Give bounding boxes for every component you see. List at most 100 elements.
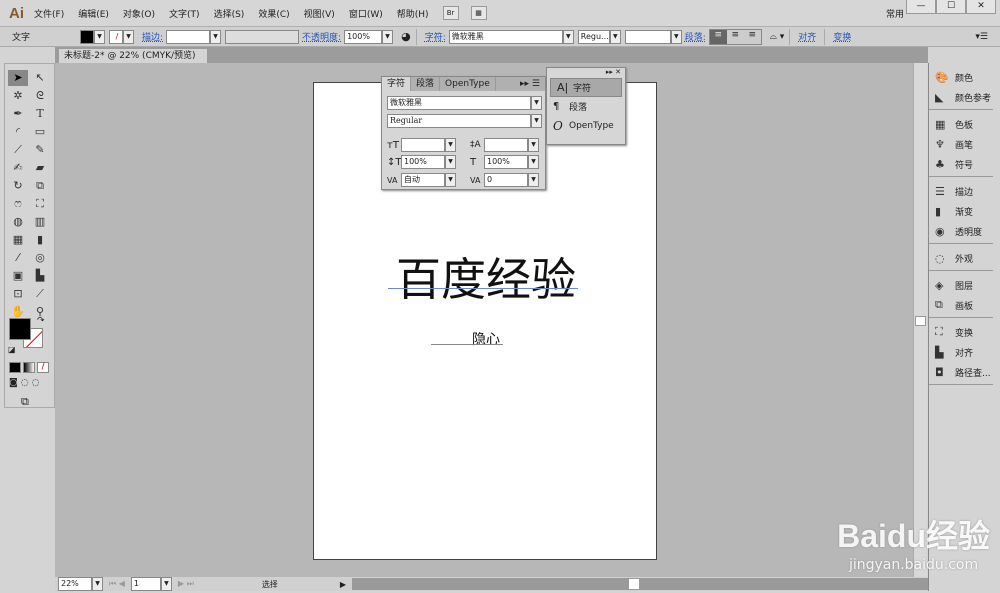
stroke-dropdown[interactable]: ▼ xyxy=(123,29,134,44)
panel-color[interactable]: 🎨 颜色 xyxy=(929,67,993,87)
align-link[interactable]: 对齐 xyxy=(798,30,816,43)
font-input[interactable]: 微软雅黑 xyxy=(448,29,563,44)
horizontal-scrollbar[interactable] xyxy=(351,578,928,590)
menu-effect[interactable]: 效果(C) xyxy=(258,7,289,20)
default-colors-icon[interactable]: ◪ xyxy=(8,345,16,354)
pen-tool-icon[interactable]: ✒ xyxy=(8,106,28,122)
panel-color-guide[interactable]: ◣ 颜色参考 xyxy=(929,87,993,107)
tab-paragraph[interactable]: 段落 xyxy=(411,77,441,91)
variable-width-dropdown[interactable] xyxy=(225,29,300,44)
font-size-dropdown[interactable]: ▼ xyxy=(445,138,456,152)
eyedropper-tool-icon[interactable]: ⁄ xyxy=(8,250,28,266)
zoom-dropdown[interactable]: ▼ xyxy=(92,577,103,591)
scrollbar-thumb[interactable] xyxy=(628,579,639,589)
artboard-subtitle-text[interactable]: 隐心 xyxy=(472,329,500,349)
fill-swatch[interactable] xyxy=(80,29,94,44)
direct-selection-tool-icon[interactable]: ↖ xyxy=(30,70,50,86)
panel-align[interactable]: ▙ 对齐 xyxy=(929,342,993,362)
font-family-input[interactable]: 微软雅黑 xyxy=(387,96,531,110)
leading-input[interactable] xyxy=(484,138,528,152)
close-button[interactable]: ✕ xyxy=(966,0,996,14)
font-style-input[interactable]: Regu... xyxy=(577,29,610,44)
lasso-tool-icon[interactable]: ᘓ xyxy=(30,88,50,104)
graph-tool-icon[interactable]: ▙ xyxy=(30,268,50,284)
panel-appearance[interactable]: ◌ 外观 xyxy=(929,248,993,268)
font-size-input[interactable] xyxy=(401,138,445,152)
mesh-tool-icon[interactable]: ▦ xyxy=(8,232,28,248)
font-style-input[interactable]: Regular xyxy=(387,114,531,128)
font-dropdown[interactable]: ▼ xyxy=(562,29,574,44)
panel-brushes[interactable]: ♆ 画笔 xyxy=(929,134,993,154)
transform-link[interactable]: 变换 xyxy=(833,30,851,43)
menu-select[interactable]: 选择(S) xyxy=(214,7,245,20)
vertical-scale-dropdown[interactable]: ▼ xyxy=(445,155,456,169)
fill-color-swatch[interactable] xyxy=(9,318,31,340)
gradient-tool-icon[interactable]: ▮ xyxy=(30,232,50,248)
paintbrush-tool-icon[interactable]: ⟋ xyxy=(8,142,28,158)
align-right-button[interactable]: ≡ xyxy=(743,29,761,44)
panel-stroke[interactable]: ☰ 描边 xyxy=(929,181,993,201)
drawing-modes-icon[interactable]: ◙◌◌ xyxy=(9,378,42,388)
align-center-button[interactable]: ≡ xyxy=(726,29,744,44)
horizontal-scale-input[interactable]: 100% xyxy=(484,155,528,169)
type-tool-icon[interactable]: T xyxy=(30,106,50,122)
free-transform-tool-icon[interactable]: ⛶ xyxy=(30,196,50,212)
artboard-title-text[interactable]: 百度经验 xyxy=(314,243,658,308)
envelope-warp-icon[interactable]: ⌓ ▾ xyxy=(770,32,785,42)
menu-help[interactable]: 帮助(H) xyxy=(397,7,429,20)
kerning-dropdown[interactable]: ▼ xyxy=(445,173,456,187)
menu-file[interactable]: 文件(F) xyxy=(34,7,64,20)
blob-brush-tool-icon[interactable]: ✍ xyxy=(8,160,28,176)
font-family-dropdown[interactable]: ▼ xyxy=(531,96,542,110)
character-link[interactable]: 字符: xyxy=(425,30,446,43)
tab-opentype[interactable]: OpenType xyxy=(440,77,496,91)
tracking-dropdown[interactable]: ▼ xyxy=(528,173,539,187)
eraser-tool-icon[interactable]: ▰ xyxy=(30,160,50,176)
flyout-item-paragraph[interactable]: ¶ 段落 xyxy=(547,97,625,116)
tracking-input[interactable]: 0 xyxy=(484,173,528,187)
paragraph-link[interactable]: 段落: xyxy=(685,30,706,43)
status-menu-arrow[interactable]: ▶ xyxy=(340,580,346,589)
arrange-documents-icon[interactable]: ▦ xyxy=(470,6,487,20)
artboard-number-input[interactable]: 1 xyxy=(130,577,161,591)
flyout-item-character[interactable]: A| 字符 xyxy=(550,78,622,97)
kerning-input[interactable]: 自动 xyxy=(401,173,445,187)
panel-transform[interactable]: ⛶ 变换 xyxy=(929,322,993,342)
flyout-item-opentype[interactable]: O OpenType xyxy=(547,116,625,135)
font-style-dropdown[interactable]: ▼ xyxy=(531,114,542,128)
blend-tool-icon[interactable]: ◎ xyxy=(30,250,50,266)
horizontal-scale-dropdown[interactable]: ▼ xyxy=(528,155,539,169)
shape-builder-tool-icon[interactable]: ◍ xyxy=(8,214,28,230)
tab-character[interactable]: 字符 xyxy=(382,77,412,91)
menu-type[interactable]: 文字(T) xyxy=(169,7,200,20)
font-style-dropdown[interactable]: ▼ xyxy=(609,29,621,44)
opacity-link[interactable]: 不透明度: xyxy=(302,30,341,43)
fill-dropdown[interactable]: ▼ xyxy=(94,29,105,44)
panel-pathfinder[interactable]: ◘ 路径查... xyxy=(929,362,993,382)
perspective-grid-tool-icon[interactable]: ▥ xyxy=(30,214,50,230)
rotate-tool-icon[interactable]: ↻ xyxy=(8,178,28,194)
rectangle-tool-icon[interactable]: ▭ xyxy=(30,124,50,140)
panel-layers[interactable]: ◈ 图层 xyxy=(929,275,993,295)
menu-edit[interactable]: 编辑(E) xyxy=(78,7,109,20)
magic-wand-tool-icon[interactable]: ✲ xyxy=(8,88,28,104)
font-size-input[interactable] xyxy=(624,29,671,44)
panel-artboards[interactable]: ⧉ 画板 xyxy=(929,295,993,315)
slice-tool-icon[interactable]: ⟋ xyxy=(30,286,50,302)
panel-swatches[interactable]: ▦ 色板 xyxy=(929,114,993,134)
panel-transparency[interactable]: ◉ 透明度 xyxy=(929,221,993,241)
maximize-button[interactable]: ☐ xyxy=(936,0,966,14)
panel-symbols[interactable]: ♣ 符号 xyxy=(929,154,993,174)
pencil-tool-icon[interactable]: ✎ xyxy=(30,142,50,158)
artboard-dropdown[interactable]: ▼ xyxy=(160,577,172,591)
panel-menu-icon[interactable]: ▸▸ ☰ xyxy=(515,77,545,91)
gradient-mode-icon[interactable] xyxy=(23,362,35,373)
scrollbar-thumb[interactable] xyxy=(915,316,926,326)
vertical-scale-input[interactable]: 100% xyxy=(401,155,445,169)
next-last-artboard-buttons[interactable]: ▶ ⏭ xyxy=(178,579,194,589)
minimize-button[interactable]: — xyxy=(906,0,936,14)
menu-view[interactable]: 视图(V) xyxy=(304,7,335,20)
panel-menu-icon[interactable]: ▾☰ xyxy=(975,32,988,42)
swap-colors-icon[interactable]: ↷ xyxy=(37,316,45,326)
bridge-button[interactable]: Br xyxy=(442,6,459,20)
